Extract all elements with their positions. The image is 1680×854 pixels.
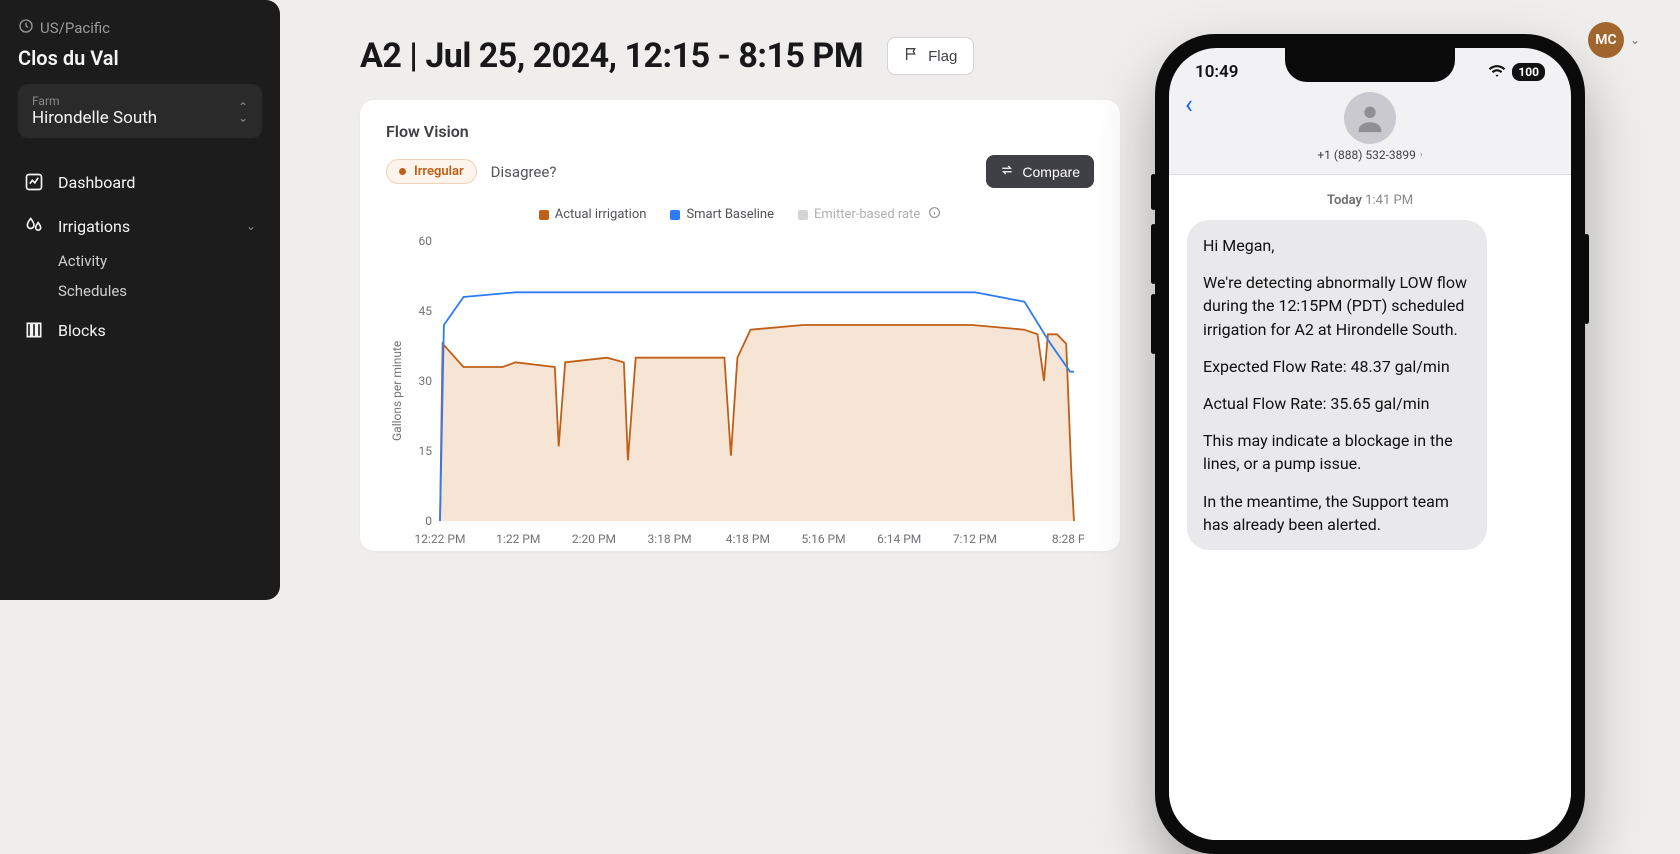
chart-legend: Actual irrigation Smart Baseline Emitter… [386,206,1094,223]
sidebar: US/Pacific Clos du Val Farm Hirondelle S… [0,0,280,600]
flow-chart: 0 15 30 45 60 12:22 PM 1:22 PM 2:20 PM 3:18 PM 4:… [404,231,1084,551]
nav-irrigations-label: Irrigations [58,217,130,236]
blocks-icon [24,320,44,340]
droplets-icon [24,216,44,236]
svg-text:30: 30 [419,374,433,388]
timezone-row: US/Pacific [18,18,262,38]
legend-swatch-icon [798,210,808,220]
phone-time: 10:49 [1195,62,1238,82]
message-thread: Today 1:41 PM Hi Megan, We're detecting … [1169,175,1571,840]
svg-text:3:18 PM: 3:18 PM [648,532,692,546]
flow-vision-card: Flow Vision Irregular Disagree? Compare … [360,100,1120,551]
svg-text:0: 0 [425,514,432,528]
phone-side-button [1151,174,1156,210]
chevron-down-icon: ⌄ [246,219,256,233]
irregular-badge: Irregular [386,159,477,184]
flag-button-label: Flag [928,48,957,65]
y-axis-label: Gallons per minute [386,231,404,551]
svg-text:60: 60 [419,234,433,248]
irregular-badge-label: Irregular [414,164,464,179]
phone-side-button [1151,224,1156,284]
farm-selector[interactable]: Farm Hirondelle South ⌃⌃ [18,84,262,138]
msg-line: Hi Megan, [1203,234,1471,257]
msg-line: Expected Flow Rate: 48.37 gal/min [1203,355,1471,378]
incoming-message-bubble: Hi Megan, We're detecting abnormally LOW… [1187,220,1487,550]
phone-side-button [1151,294,1156,354]
card-title: Flow Vision [386,122,1094,141]
svg-text:7:12 PM: 7:12 PM [953,532,997,546]
nav-blocks-label: Blocks [58,321,106,340]
disagree-link[interactable]: Disagree? [491,163,557,181]
svg-text:6:14 PM: 6:14 PM [877,532,921,546]
flag-icon [904,46,920,66]
info-icon[interactable] [928,206,941,223]
svg-text:4:18 PM: 4:18 PM [726,532,770,546]
legend-baseline: Smart Baseline [670,206,774,223]
wifi-icon [1488,62,1506,82]
clock-icon [18,18,34,38]
nav-blocks[interactable]: Blocks [18,310,262,350]
org-name: Clos du Val [18,46,262,70]
page-title: A2 | Jul 25, 2024, 12:15 - 8:15 PM [360,36,863,76]
msg-line: Actual Flow Rate: 35.65 gal/min [1203,392,1471,415]
farm-selector-value: Hirondelle South [32,108,157,128]
nav-dashboard[interactable]: Dashboard [18,162,262,202]
back-icon[interactable]: ‹ [1185,90,1193,120]
svg-text:5:16 PM: 5:16 PM [801,532,845,546]
legend-swatch-icon [539,210,549,220]
legend-actual: Actual irrigation [539,206,647,223]
chevron-up-down-icon: ⌃⌃ [238,104,248,118]
nav-activity[interactable]: Activity [18,246,262,276]
contact-number[interactable]: +1 (888) 532-3899 › [1317,148,1422,162]
phone-notch [1285,48,1455,82]
legend-emitter: Emitter-based rate [798,206,941,223]
msg-line: This may indicate a blockage in the line… [1203,429,1471,475]
compare-button-label: Compare [1022,164,1080,180]
compare-button[interactable]: Compare [986,155,1094,188]
thread-timestamp: Today 1:41 PM [1187,193,1553,208]
nav-schedules[interactable]: Schedules [18,276,262,306]
svg-text:45: 45 [419,304,433,318]
phone-mockup: 10:49 100 ‹ +1 (888) 532-3899 › Today 1:… [1155,34,1585,854]
swap-icon [1000,163,1014,180]
svg-text:12:22 PM: 12:22 PM [415,532,466,546]
battery-icon: 100 [1512,63,1545,81]
chevron-right-icon: › [1420,150,1423,160]
svg-text:15: 15 [419,444,433,458]
farm-selector-label: Farm [32,94,157,108]
msg-line: We're detecting abnormally LOW flow duri… [1203,271,1471,341]
contact-avatar-icon[interactable] [1344,92,1396,144]
card-subheader: Irregular Disagree? Compare [386,155,1094,188]
svg-text:1:22 PM: 1:22 PM [496,532,540,546]
status-dot-icon [399,168,406,175]
svg-text:2:20 PM: 2:20 PM [572,532,616,546]
nav-dashboard-label: Dashboard [58,173,135,192]
message-header: ‹ +1 (888) 532-3899 › [1169,86,1571,175]
nav-irrigations[interactable]: Irrigations ⌄ [18,206,262,246]
phone-side-button [1584,234,1589,324]
msg-line: In the meantime, the Support team has al… [1203,490,1471,536]
legend-swatch-icon [670,210,680,220]
svg-text:8:28 PM: 8:28 PM [1052,532,1084,546]
flag-button[interactable]: Flag [887,37,974,75]
dashboard-icon [24,172,44,192]
chart-container: Gallons per minute 0 15 30 45 60 12:22 PM 1:22… [386,231,1094,551]
timezone-text: US/Pacific [40,19,110,37]
